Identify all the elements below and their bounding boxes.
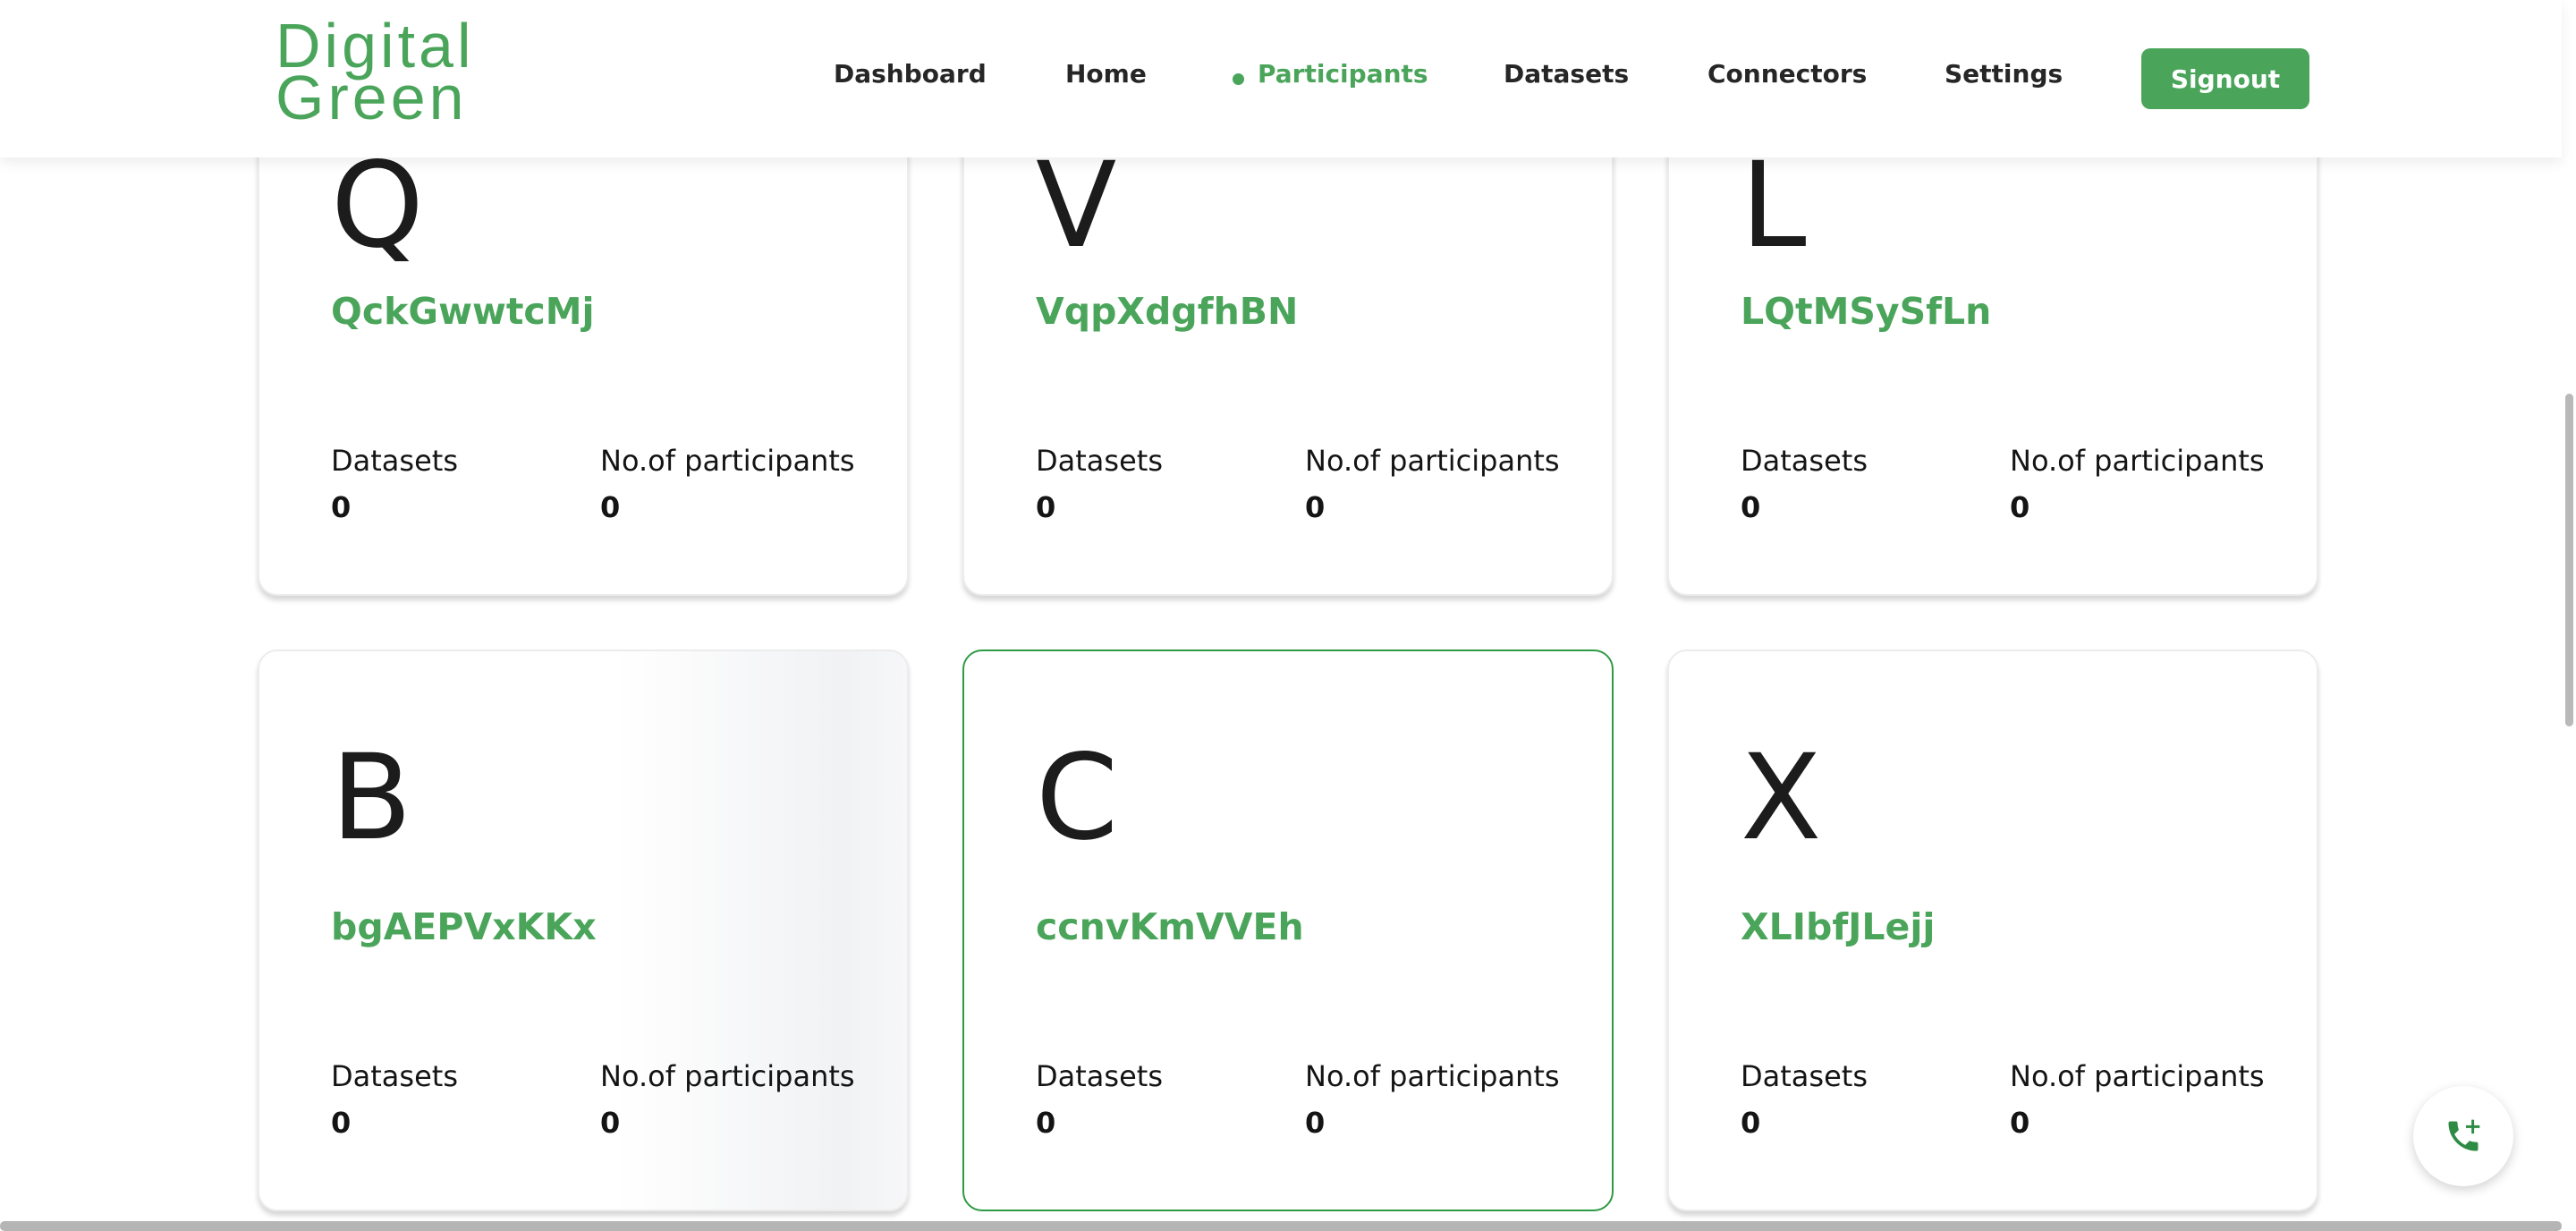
participant-card-selected[interactable]: C ccnvKmVVEh Datasets 0 No.of participan… xyxy=(962,649,1614,1211)
participants-page: Q QckGwwtcMj Datasets 0 No.of participan… xyxy=(0,0,2576,1231)
participant-card[interactable]: B bgAEPVxKKx Datasets 0 No.of participan… xyxy=(258,649,909,1211)
participant-initial: V xyxy=(1036,137,1117,275)
top-navbar: Digital Green Dashboard Home Participant… xyxy=(0,0,2562,157)
participants-label: No.of participants xyxy=(1305,444,1560,478)
logo-line-2: Green xyxy=(275,63,468,132)
datasets-label: Datasets xyxy=(331,444,458,478)
datasets-label: Datasets xyxy=(1741,1059,1868,1093)
datasets-label: Datasets xyxy=(1036,444,1163,478)
datasets-count: 0 xyxy=(331,490,352,524)
participants-count: 0 xyxy=(600,1106,621,1140)
datasets-count: 0 xyxy=(1741,1106,1761,1140)
datasets-count: 0 xyxy=(1036,1106,1056,1140)
participant-initial: L xyxy=(1741,137,1807,275)
participants-count: 0 xyxy=(2010,490,2030,524)
participants-count: 0 xyxy=(1305,1106,1326,1140)
participants-label: No.of participants xyxy=(600,1059,855,1093)
participant-initial: B xyxy=(331,729,412,867)
datasets-count: 0 xyxy=(1741,490,1761,524)
nav-settings[interactable]: Settings xyxy=(1945,59,2063,89)
call-support-button[interactable] xyxy=(2413,1086,2513,1186)
participants-label: No.of participants xyxy=(2010,444,2265,478)
participants-label: No.of participants xyxy=(2010,1059,2265,1093)
digital-green-logo[interactable]: Digital Green xyxy=(275,14,475,132)
participant-name[interactable]: QckGwwtcMj xyxy=(331,290,595,333)
participants-count: 0 xyxy=(600,490,621,524)
datasets-label: Datasets xyxy=(1741,444,1868,478)
horizontal-scrollbar-thumb[interactable] xyxy=(0,1221,2562,1231)
participant-initial: C xyxy=(1036,729,1119,867)
datasets-count: 0 xyxy=(331,1106,352,1140)
nav-datasets[interactable]: Datasets xyxy=(1504,59,1629,89)
active-indicator-dot xyxy=(1233,73,1244,85)
participant-initial: Q xyxy=(331,137,424,275)
participants-count: 0 xyxy=(1305,490,1326,524)
participant-name[interactable]: VqpXdgfhBN xyxy=(1036,290,1298,333)
datasets-label: Datasets xyxy=(331,1059,458,1093)
participant-name[interactable]: bgAEPVxKKx xyxy=(331,905,597,948)
participants-label: No.of participants xyxy=(1305,1059,1560,1093)
participant-card[interactable]: X XLIbfJLejj Datasets 0 No.of participan… xyxy=(1667,649,2318,1211)
participant-name[interactable]: ccnvKmVVEh xyxy=(1036,905,1304,948)
participants-count: 0 xyxy=(2010,1106,2030,1140)
participant-name[interactable]: XLIbfJLejj xyxy=(1741,905,1935,948)
datasets-count: 0 xyxy=(1036,490,1056,524)
datasets-label: Datasets xyxy=(1036,1059,1163,1093)
nav-connectors[interactable]: Connectors xyxy=(1707,59,1867,89)
nav-participants[interactable]: Participants xyxy=(1258,59,1428,89)
participants-label: No.of participants xyxy=(600,444,855,478)
participant-name[interactable]: LQtMSySfLn xyxy=(1741,290,1991,333)
phone-add-icon xyxy=(2444,1116,2483,1156)
nav-home[interactable]: Home xyxy=(1065,59,1147,89)
participant-initial: X xyxy=(1741,729,1822,867)
signout-button[interactable]: Signout xyxy=(2141,48,2309,109)
nav-dashboard[interactable]: Dashboard xyxy=(834,59,987,89)
vertical-scrollbar-thumb[interactable] xyxy=(2565,394,2573,726)
